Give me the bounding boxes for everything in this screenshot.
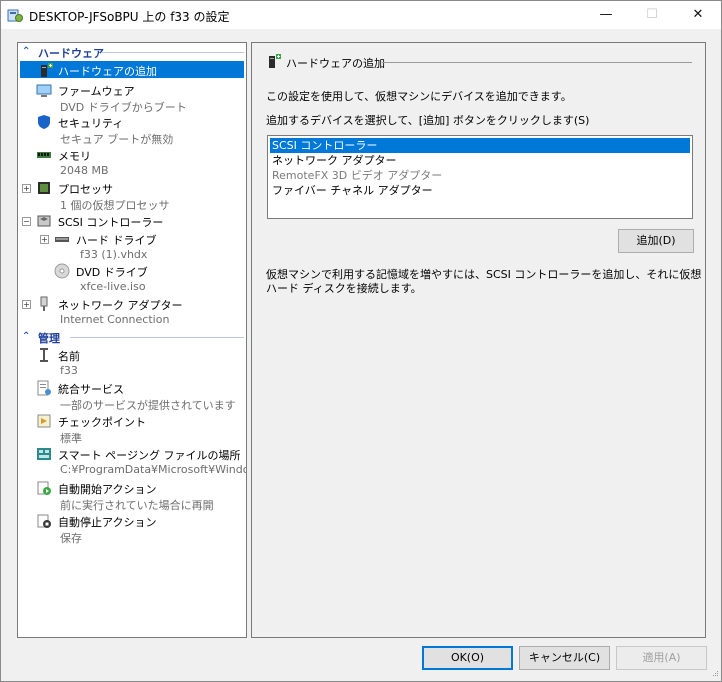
expand-toggle[interactable]: + [40, 235, 49, 244]
tree-item-dvd-drive[interactable]: DVD ドライブ xfce-live.iso [18, 262, 246, 294]
tree-item-security[interactable]: セキュリティ セキュア ブートが無効 [18, 113, 246, 146]
window-title: DESKTOP-JFSoBPU 上の f33 の設定 [29, 10, 230, 24]
tree-item-label: プロセッサ [58, 183, 113, 196]
tree-item-detail: C:¥ProgramData¥Microsoft¥Windo... [60, 463, 247, 476]
tree-item-detail: セキュア ブートが無効 [60, 133, 174, 146]
collapse-toggle[interactable]: − [22, 217, 31, 226]
management-section-header[interactable]: ⌃ 管理 [18, 329, 246, 345]
tree-item-detail: 保存 [60, 532, 82, 545]
tree-item-detail: 標準 [60, 432, 82, 445]
smart-paging-icon [37, 448, 51, 460]
hardware-section-label: ハードウェア [38, 47, 104, 60]
tree-item-detail: f33 (1).vhdx [80, 248, 148, 261]
tree-item-label: 統合サービス [58, 383, 124, 396]
tree-item-label: スマート ページング ファイルの場所 [58, 449, 241, 462]
group-divider [382, 62, 692, 63]
checkpoint-icon [37, 414, 51, 428]
ok-button[interactable]: OK(O) [422, 646, 513, 670]
shield-icon [38, 115, 50, 129]
name-icon [40, 348, 48, 362]
dvd-drive-icon [54, 263, 70, 279]
tree-item-hard-drive[interactable]: + ハード ドライブ f33 (1).vhdx [18, 230, 246, 262]
device-listbox[interactable]: SCSI コントローラー ネットワーク アダプター RemoteFX 3D ビデ… [267, 135, 693, 219]
tree-item-auto-stop[interactable]: 自動停止アクション 保存 [18, 512, 246, 545]
firmware-icon [36, 84, 52, 97]
settings-tree: ⌃ ハードウェア ハードウェアの追加 ファームウェア DVD ドライブからブート [17, 42, 247, 638]
section-divider [70, 337, 244, 338]
tree-item-name[interactable]: 名前 f33 [18, 346, 246, 378]
add-hardware-icon [41, 63, 53, 77]
device-option-remotefx-adapter[interactable]: RemoteFX 3D ビデオ アダプター [270, 168, 690, 183]
tree-item-label: 名前 [58, 350, 80, 363]
collapse-chevron-icon[interactable]: ⌃ [22, 44, 34, 60]
hard-drive-icon [55, 237, 69, 242]
description-text: この設定を使用して、仮想マシンにデバイスを追加できます。 [266, 90, 572, 103]
tree-item-label: セキュリティ [58, 117, 124, 130]
tree-item-smart-paging[interactable]: スマート ページング ファイルの場所 C:¥ProgramData¥Micros… [18, 445, 246, 477]
tree-item-checkpoint[interactable]: チェックポイント 標準 [18, 412, 246, 445]
processor-icon [38, 182, 50, 194]
tree-item-detail: xfce-live.iso [80, 280, 146, 293]
tree-item-label: DVD ドライブ [76, 266, 148, 279]
cancel-button[interactable]: キャンセル(C) [519, 646, 610, 670]
tree-item-label: メモリ [58, 150, 91, 163]
tree-item-detail: 1 個の仮想プロセッサ [60, 199, 170, 212]
tree-item-detail: 前に実行されていた場合に再開 [60, 499, 214, 512]
resize-grip-icon[interactable] [709, 669, 719, 679]
tree-item-processor[interactable]: + プロセッサ 1 個の仮想プロセッサ [18, 179, 246, 212]
section-divider [102, 52, 244, 53]
hardware-section-header[interactable]: ⌃ ハードウェア [18, 44, 246, 60]
tree-item-firmware[interactable]: ファームウェア DVD ドライブからブート [18, 81, 246, 114]
tree-item-detail: f33 [60, 364, 78, 377]
apply-button[interactable]: 適用(A) [616, 646, 707, 670]
details-pane: ハードウェアの追加 この設定を使用して、仮想マシンにデバイスを追加できます。 追… [251, 42, 706, 638]
memory-icon [37, 152, 51, 158]
tree-item-detail: 2048 MB [60, 164, 109, 177]
add-hardware-icon [269, 54, 281, 68]
close-button[interactable]: ✕ [675, 1, 721, 29]
auto-start-icon [37, 481, 51, 495]
device-option-fibre-channel-adapter[interactable]: ファイバー チャネル アダプター [270, 183, 690, 198]
management-section-label: 管理 [38, 332, 60, 345]
tree-item-integration-services[interactable]: 統合サービス 一部のサービスが提供されています [18, 379, 246, 412]
tree-item-label: ネットワーク アダプター [58, 299, 183, 312]
tree-item-label: 自動停止アクション [58, 516, 157, 529]
group-title: ハードウェアの追加 [286, 57, 385, 70]
auto-stop-icon [37, 514, 51, 528]
collapse-chevron-icon[interactable]: ⌃ [22, 329, 34, 345]
tree-item-label: ファームウェア [58, 85, 135, 98]
info-text-line2: ハード ディスクを接続します。 [266, 282, 422, 295]
tree-item-memory[interactable]: メモリ 2048 MB [18, 146, 246, 178]
expand-toggle[interactable]: + [22, 300, 31, 309]
tree-item-label: SCSI コントローラー [58, 216, 164, 229]
tree-item-label: チェックポイント [58, 416, 146, 429]
tree-item-label: ハード ドライブ [76, 234, 157, 247]
hyper-v-settings-icon [7, 9, 23, 22]
tree-item-network-adapter[interactable]: + ネットワーク アダプター Internet Connection [18, 295, 246, 327]
tree-item-detail: 一部のサービスが提供されています [60, 399, 236, 412]
device-option-scsi-controller[interactable]: SCSI コントローラー [270, 138, 690, 153]
select-instruction: 追加するデバイスを選択して、[追加] ボタンをクリックします(S) [266, 114, 590, 127]
settings-window: DESKTOP-JFSoBPU 上の f33 の設定 — ☐ ✕ ⌃ ハードウェ… [0, 0, 722, 682]
scsi-controller-icon [37, 215, 51, 227]
network-adapter-icon [40, 296, 48, 311]
tree-item-detail: Internet Connection [60, 313, 170, 326]
minimize-button[interactable]: — [583, 1, 629, 29]
device-option-network-adapter[interactable]: ネットワーク アダプター [270, 153, 690, 168]
tree-item-auto-start[interactable]: 自動開始アクション 前に実行されていた場合に再開 [18, 479, 246, 512]
title-bar: DESKTOP-JFSoBPU 上の f33 の設定 — ☐ ✕ [1, 1, 721, 29]
tree-item-label: 自動開始アクション [58, 483, 157, 496]
integration-services-icon [37, 380, 51, 396]
maximize-button[interactable]: ☐ [629, 1, 675, 29]
expand-toggle[interactable]: + [22, 184, 31, 193]
add-button[interactable]: 追加(D) [618, 229, 694, 253]
tree-item-label: ハードウェアの追加 [58, 65, 157, 78]
